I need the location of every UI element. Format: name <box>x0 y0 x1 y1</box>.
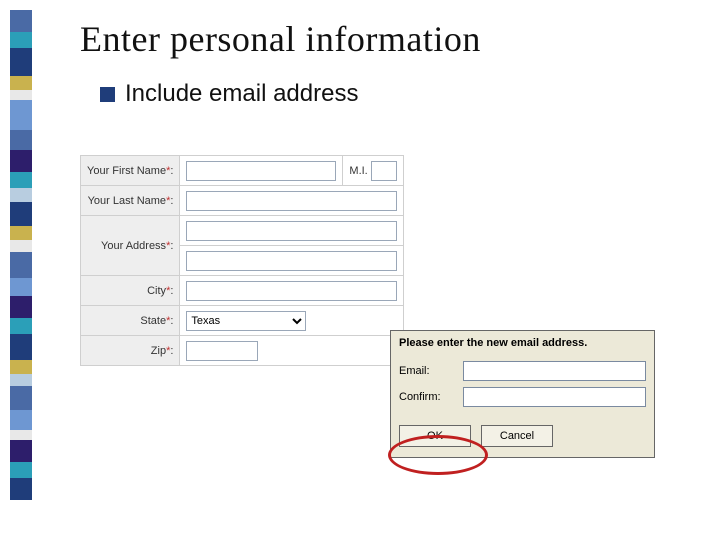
first-name-input[interactable] <box>186 161 336 181</box>
confirm-row: Confirm: <box>399 387 646 407</box>
cancel-button[interactable]: Cancel <box>481 425 553 447</box>
dialog-buttons: OK Cancel <box>391 419 654 457</box>
state-select[interactable]: Texas <box>186 311 306 331</box>
last-name-input[interactable] <box>186 191 396 211</box>
dialog-body: Email: Confirm: <box>391 351 654 419</box>
mi-label: M.I. <box>349 165 367 177</box>
city-label: City*: <box>81 276 180 306</box>
confirm-label: Confirm: <box>399 391 455 403</box>
bullet-item: Include email address <box>100 80 358 108</box>
page-title: Enter personal information <box>80 18 481 60</box>
address-line1-input[interactable] <box>186 221 396 241</box>
first-name-label: Your First Name*: <box>81 156 180 186</box>
address-label: Your Address*: <box>81 216 180 276</box>
confirm-input[interactable] <box>463 387 646 407</box>
last-name-label: Your Last Name*: <box>81 186 180 216</box>
bullet-text: Include email address <box>125 80 358 108</box>
mi-cell: M.I. <box>343 156 403 186</box>
personal-info-form: Your First Name*: M.I. Your Last Name*: … <box>80 155 404 366</box>
first-name-cell <box>180 156 343 186</box>
email-dialog: Please enter the new email address. Emai… <box>390 330 655 458</box>
dialog-title: Please enter the new email address. <box>391 331 654 351</box>
address-line2-input[interactable] <box>186 251 396 271</box>
state-label: State*: <box>81 306 180 336</box>
email-label: Email: <box>399 365 455 377</box>
decorative-stripe <box>10 10 32 500</box>
zip-input[interactable] <box>186 341 258 361</box>
ok-button[interactable]: OK <box>399 425 471 447</box>
email-input[interactable] <box>463 361 646 381</box>
bullet-icon <box>100 87 115 102</box>
zip-label: Zip*: <box>81 336 180 366</box>
email-row: Email: <box>399 361 646 381</box>
mi-input[interactable] <box>371 161 397 181</box>
city-input[interactable] <box>186 281 396 301</box>
